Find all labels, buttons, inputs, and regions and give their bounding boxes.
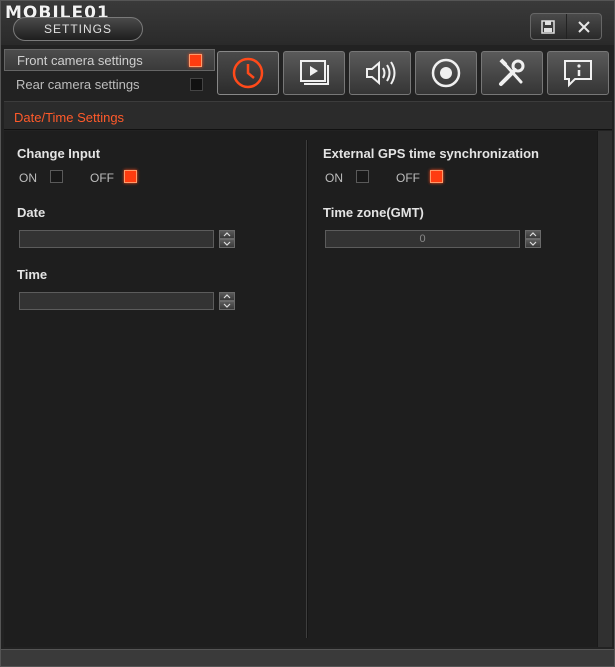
status-bar bbox=[1, 649, 614, 666]
tab-sound[interactable] bbox=[349, 51, 411, 95]
date-input[interactable] bbox=[19, 230, 214, 248]
settings-tabs bbox=[217, 51, 610, 95]
tab-datetime[interactable] bbox=[217, 51, 279, 95]
app-title: SETTINGS bbox=[13, 17, 143, 41]
date-decrement-button[interactable] bbox=[219, 239, 235, 248]
chevron-up-icon bbox=[223, 294, 231, 299]
info-icon bbox=[564, 60, 592, 88]
change-input-off-checkbox[interactable] bbox=[124, 170, 137, 183]
gps-sync-off-checkbox[interactable] bbox=[430, 170, 443, 183]
gps-sync-off-label: OFF bbox=[396, 171, 420, 185]
time-stepper bbox=[219, 292, 235, 310]
time-input[interactable] bbox=[19, 292, 214, 310]
time-increment-button[interactable] bbox=[219, 292, 235, 301]
column-divider bbox=[306, 140, 308, 638]
clock-icon bbox=[232, 57, 264, 89]
change-input-on-label: ON bbox=[19, 171, 37, 185]
change-input-label: Change Input bbox=[17, 146, 101, 161]
tab-info[interactable] bbox=[547, 51, 609, 95]
timezone-stepper bbox=[525, 230, 541, 248]
rear-camera-option[interactable]: Rear camera settings bbox=[4, 73, 215, 95]
timezone-input[interactable]: 0 bbox=[325, 230, 520, 248]
section-header: Date/Time Settings bbox=[4, 101, 612, 130]
settings-window: MOBILE01 SETTINGS Front camera settings bbox=[0, 0, 615, 667]
front-camera-label: Front camera settings bbox=[17, 52, 143, 68]
gps-sync-on-label: ON bbox=[325, 171, 343, 185]
save-icon bbox=[541, 19, 555, 34]
speaker-icon bbox=[366, 60, 396, 86]
date-increment-button[interactable] bbox=[219, 230, 235, 239]
chevron-down-icon bbox=[223, 303, 231, 308]
front-camera-indicator bbox=[189, 53, 202, 67]
time-label: Time bbox=[17, 267, 48, 282]
time-decrement-button[interactable] bbox=[219, 301, 235, 310]
chevron-down-icon bbox=[529, 241, 537, 246]
scrollbar[interactable] bbox=[597, 131, 612, 647]
change-input-off-label: OFF bbox=[90, 171, 114, 185]
date-stepper bbox=[219, 230, 235, 248]
date-label: Date bbox=[17, 205, 46, 220]
tab-tools[interactable] bbox=[481, 51, 543, 95]
window-buttons bbox=[530, 13, 602, 40]
timezone-increment-button[interactable] bbox=[525, 230, 541, 239]
rear-camera-indicator bbox=[190, 77, 203, 91]
timezone-label: Time zone(GMT) bbox=[323, 205, 424, 220]
tab-playback[interactable] bbox=[283, 51, 345, 95]
chevron-down-icon bbox=[223, 241, 231, 246]
settings-content bbox=[4, 131, 597, 647]
record-icon bbox=[431, 58, 461, 88]
change-input-on-checkbox[interactable] bbox=[50, 170, 63, 183]
video-playback-icon bbox=[300, 60, 329, 85]
rear-camera-label: Rear camera settings bbox=[16, 76, 140, 92]
front-camera-option[interactable]: Front camera settings bbox=[4, 49, 215, 71]
gps-sync-label: External GPS time synchronization bbox=[323, 146, 539, 161]
save-button[interactable] bbox=[531, 14, 566, 39]
section-title: Date/Time Settings bbox=[14, 110, 125, 125]
chevron-up-icon bbox=[223, 232, 231, 237]
chevron-up-icon bbox=[529, 232, 537, 237]
gps-sync-on-checkbox[interactable] bbox=[356, 170, 369, 183]
timezone-decrement-button[interactable] bbox=[525, 239, 541, 248]
tools-icon bbox=[499, 58, 525, 86]
app-logo: MOBILE01 SETTINGS bbox=[5, 3, 143, 41]
close-button[interactable] bbox=[565, 14, 602, 39]
title-bar: MOBILE01 SETTINGS bbox=[1, 1, 614, 45]
tab-recording[interactable] bbox=[415, 51, 477, 95]
close-icon bbox=[578, 20, 590, 33]
camera-selector: Front camera settings Rear camera settin… bbox=[4, 49, 215, 95]
